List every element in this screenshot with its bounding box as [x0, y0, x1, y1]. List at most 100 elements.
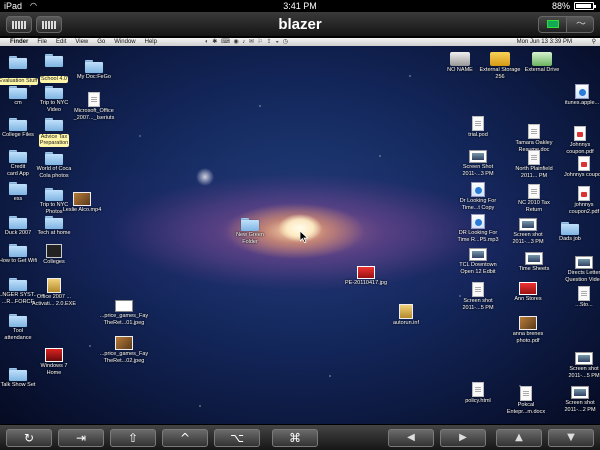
tab-key-button[interactable]: ⇥: [58, 429, 104, 447]
mac-menu-file[interactable]: File: [37, 39, 47, 45]
external-drive-icon: [490, 52, 510, 66]
desktop-icon[interactable]: Leslie Alco.mp4: [50, 192, 114, 214]
desktop-icon-label: External Drive: [524, 67, 560, 73]
desktop-icon[interactable]: Screen shot 2011-...2 PM: [548, 386, 600, 413]
mac-menu-go[interactable]: Go: [97, 39, 105, 45]
remote-desktop[interactable]: Evaluation Stuff School 4.0 My Doc:FeGo cm T…: [0, 46, 600, 424]
command-key-button[interactable]: ⌘: [272, 429, 318, 447]
document-icon: [520, 386, 532, 401]
desktop-icon[interactable]: Ann Stores: [496, 282, 560, 303]
mac-menu-finder[interactable]: Finder: [10, 39, 28, 45]
desktop-icon[interactable]: Screen Shot 2011-...3 PM: [446, 150, 510, 177]
desktop-icon[interactable]: itunes.apple...: [550, 84, 600, 107]
shift-key-button[interactable]: ⇧: [110, 429, 156, 447]
desktop-icon-label: itunes.apple...: [564, 100, 600, 106]
app-title-bar: blazer 〜: [0, 12, 600, 37]
desktop-icon[interactable]: Dr Looking For Time...t Copy: [446, 182, 510, 211]
folder-icon: [9, 314, 27, 327]
battery-icon: [574, 2, 596, 10]
desktop-icon[interactable]: ...price_games_Fay TheRet...02.jpeg: [92, 336, 156, 364]
folder-icon: [561, 222, 579, 235]
app-title: blazer: [278, 16, 322, 33]
desktop-icon[interactable]: ...Sto...: [552, 286, 600, 309]
screenshot-icon: [525, 252, 543, 265]
mac-menu-view[interactable]: View: [75, 39, 88, 45]
desktop-icon-label: Screen Shot 2011-...3 PM: [462, 164, 494, 177]
trackpad-view-button[interactable]: 〜: [567, 17, 593, 32]
document-icon: [472, 116, 484, 131]
desktop-icon-label: Office 2007 ... Activati... 2.0.EXE: [31, 294, 77, 307]
desktop-icon[interactable]: Advice Tax Preparation: [22, 118, 86, 149]
desktop-icon[interactable]: Tech at home: [22, 216, 86, 237]
folder-icon: [45, 54, 63, 67]
folder-icon: [45, 152, 63, 165]
desktop-icon[interactable]: Tool attendance: [0, 314, 50, 341]
desktop-icon[interactable]: PE-20110417.jpg: [334, 266, 398, 287]
desktop-icon[interactable]: Microsoft_Office _2007..._Iseriuts: [62, 92, 126, 121]
screen-view-button[interactable]: [539, 17, 567, 32]
document-icon: [578, 286, 590, 301]
desktop-icon[interactable]: My Doc:FeGo: [62, 60, 126, 81]
desktop-icon[interactable]: Talk Show Set: [0, 368, 50, 389]
image-icon: [115, 300, 133, 312]
desktop-icon[interactable]: Screen shot 2011-...5 PM: [552, 352, 600, 379]
refresh-button[interactable]: ↻: [6, 429, 52, 447]
desktop-icon[interactable]: trial.pod: [446, 116, 510, 139]
document-icon: [528, 150, 540, 165]
app-icon: [46, 244, 62, 258]
mac-menu-edit[interactable]: Edit: [56, 39, 66, 45]
image-icon: [519, 282, 537, 295]
left-arrow-button[interactable]: ◀: [388, 429, 434, 447]
down-arrow-button[interactable]: ▼: [548, 429, 594, 447]
desktop-icon[interactable]: autorun.inf: [374, 304, 438, 327]
document-icon: [472, 382, 484, 397]
up-arrow-button[interactable]: ▲: [496, 429, 542, 447]
desktop-icon-label: New Green Folder: [236, 232, 264, 245]
desktop-icon-label: Leslie Alco.mp4: [62, 207, 102, 213]
bottom-key-toolbar: ↻ ⇥ ⇧ ^ ⌥ ⌘ ◀ ▶ ▲ ▼: [0, 424, 600, 450]
desktop-icon[interactable]: ...price_games_Fay TheRet...01.jpeg: [92, 300, 156, 326]
desktop-icon[interactable]: Johnnys coupon: [552, 156, 600, 179]
option-key-button[interactable]: ⌥: [214, 429, 260, 447]
desktop-icon[interactable]: New Green Folder: [218, 218, 282, 245]
desktop-icon[interactable]: Office 2007 ... Activati... 2.0.EXE: [22, 278, 86, 307]
document-icon: [88, 92, 100, 107]
desktop-icon-label: Talk Show Set: [0, 382, 36, 388]
image-icon: [357, 266, 375, 279]
folder-icon: [85, 60, 103, 73]
screenshot-icon: [575, 256, 593, 269]
document-icon: [472, 282, 484, 297]
control-key-button[interactable]: ^: [162, 429, 208, 447]
media-icon: [471, 182, 485, 197]
desktop-icon-label: trial.pod: [468, 132, 488, 138]
desktop-icon-label: Ann Stores: [514, 296, 542, 302]
desktop-icon-label: Advice Tax Preparation: [38, 133, 70, 147]
spotlight-icon[interactable]: ⚲: [592, 38, 596, 46]
desktop-icon[interactable]: TCL Downtown Open 12 Edbit: [446, 248, 510, 275]
menu-items: Finder File Edit View Go Window Help: [10, 38, 166, 46]
desktop-icon[interactable]: World of Coca Cola photos: [22, 152, 86, 179]
right-arrow-button[interactable]: ▶: [440, 429, 486, 447]
desktop-icon-label: Johnnys coupon: [563, 172, 600, 178]
desktop-icon[interactable]: Dads job: [538, 222, 600, 243]
pdf-icon: [578, 156, 590, 171]
desktop-icon-label: ...Sto...: [575, 302, 593, 308]
desktop-icon[interactable]: anna brenes photo.pdf: [496, 316, 560, 344]
desktop-icon-label: Tool attendance: [4, 328, 32, 341]
photo-icon: [115, 336, 133, 350]
mac-menu-help[interactable]: Help: [145, 39, 157, 45]
desktop-icon[interactable]: johnnys coupon2.pdf: [552, 186, 600, 215]
desktop-icon-label: My Doc:FeGo: [77, 74, 111, 80]
photo-icon: [519, 316, 537, 330]
desktop-icon[interactable]: Colleges: [22, 244, 86, 266]
desktop-icon[interactable]: Directs Letter Question Video: [552, 256, 600, 283]
mac-menu-window[interactable]: Window: [114, 39, 135, 45]
desktop-icon[interactable]: External Drive: [510, 52, 574, 74]
screenshot-icon: [571, 386, 589, 399]
view-mode-switch[interactable]: 〜: [538, 16, 594, 33]
menu-clock: Mon Jun 13 3:39 PM: [516, 39, 572, 45]
file-icon: [47, 278, 61, 293]
desktop-icon-label: autorun.inf: [393, 320, 419, 326]
folder-icon: [45, 86, 63, 99]
ios-status-bar: iPad ◠ 3:41 PM 88%: [0, 0, 600, 12]
